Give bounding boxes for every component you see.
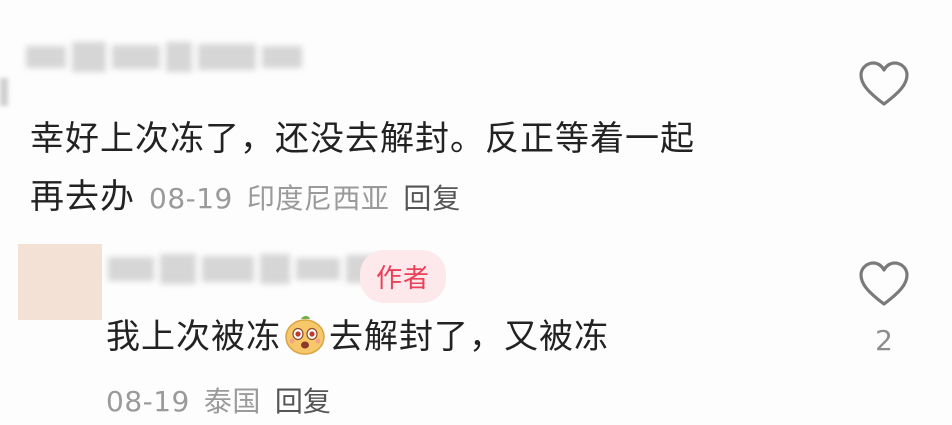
comment-date: 08-19 [106,385,190,418]
comment-text: 幸好上次冻了，还没去解封。反正等着一起 再去办 08-19 印度尼西亚 回复 [30,110,830,228]
surprised-face-emoji [285,316,325,355]
avatar[interactable] [0,78,8,106]
comment-text-line-2: 再去办 08-19 印度尼西亚 回复 [30,168,830,228]
heart-outline-icon[interactable] [858,60,910,108]
username-blurred[interactable] [26,42,302,72]
heart-outline-icon[interactable] [858,260,910,308]
comment-text: 我上次被冻 去解封了，又被冻 [106,308,609,366]
comment-location: 印度尼西亚 [246,182,390,215]
comment-text-end: 再去办 [30,177,135,217]
reply-button[interactable]: 回复 [403,170,461,228]
author-badge: 作者 [360,250,447,303]
like-count: 2 [875,324,893,357]
reply-button[interactable]: 回复 [275,380,331,420]
comment-date: 08-19 [149,182,233,215]
comment-text-start: 我上次被冻 [106,317,281,357]
avatar[interactable] [18,244,102,320]
comment-text-end: 去解封了，又被冻 [329,317,609,357]
comment-location: 泰国 [203,385,261,418]
comment-meta: 08-19 泰国 回复 [106,380,331,420]
comment-text-line-1: 幸好上次冻了，还没去解封。反正等着一起 [30,119,695,159]
